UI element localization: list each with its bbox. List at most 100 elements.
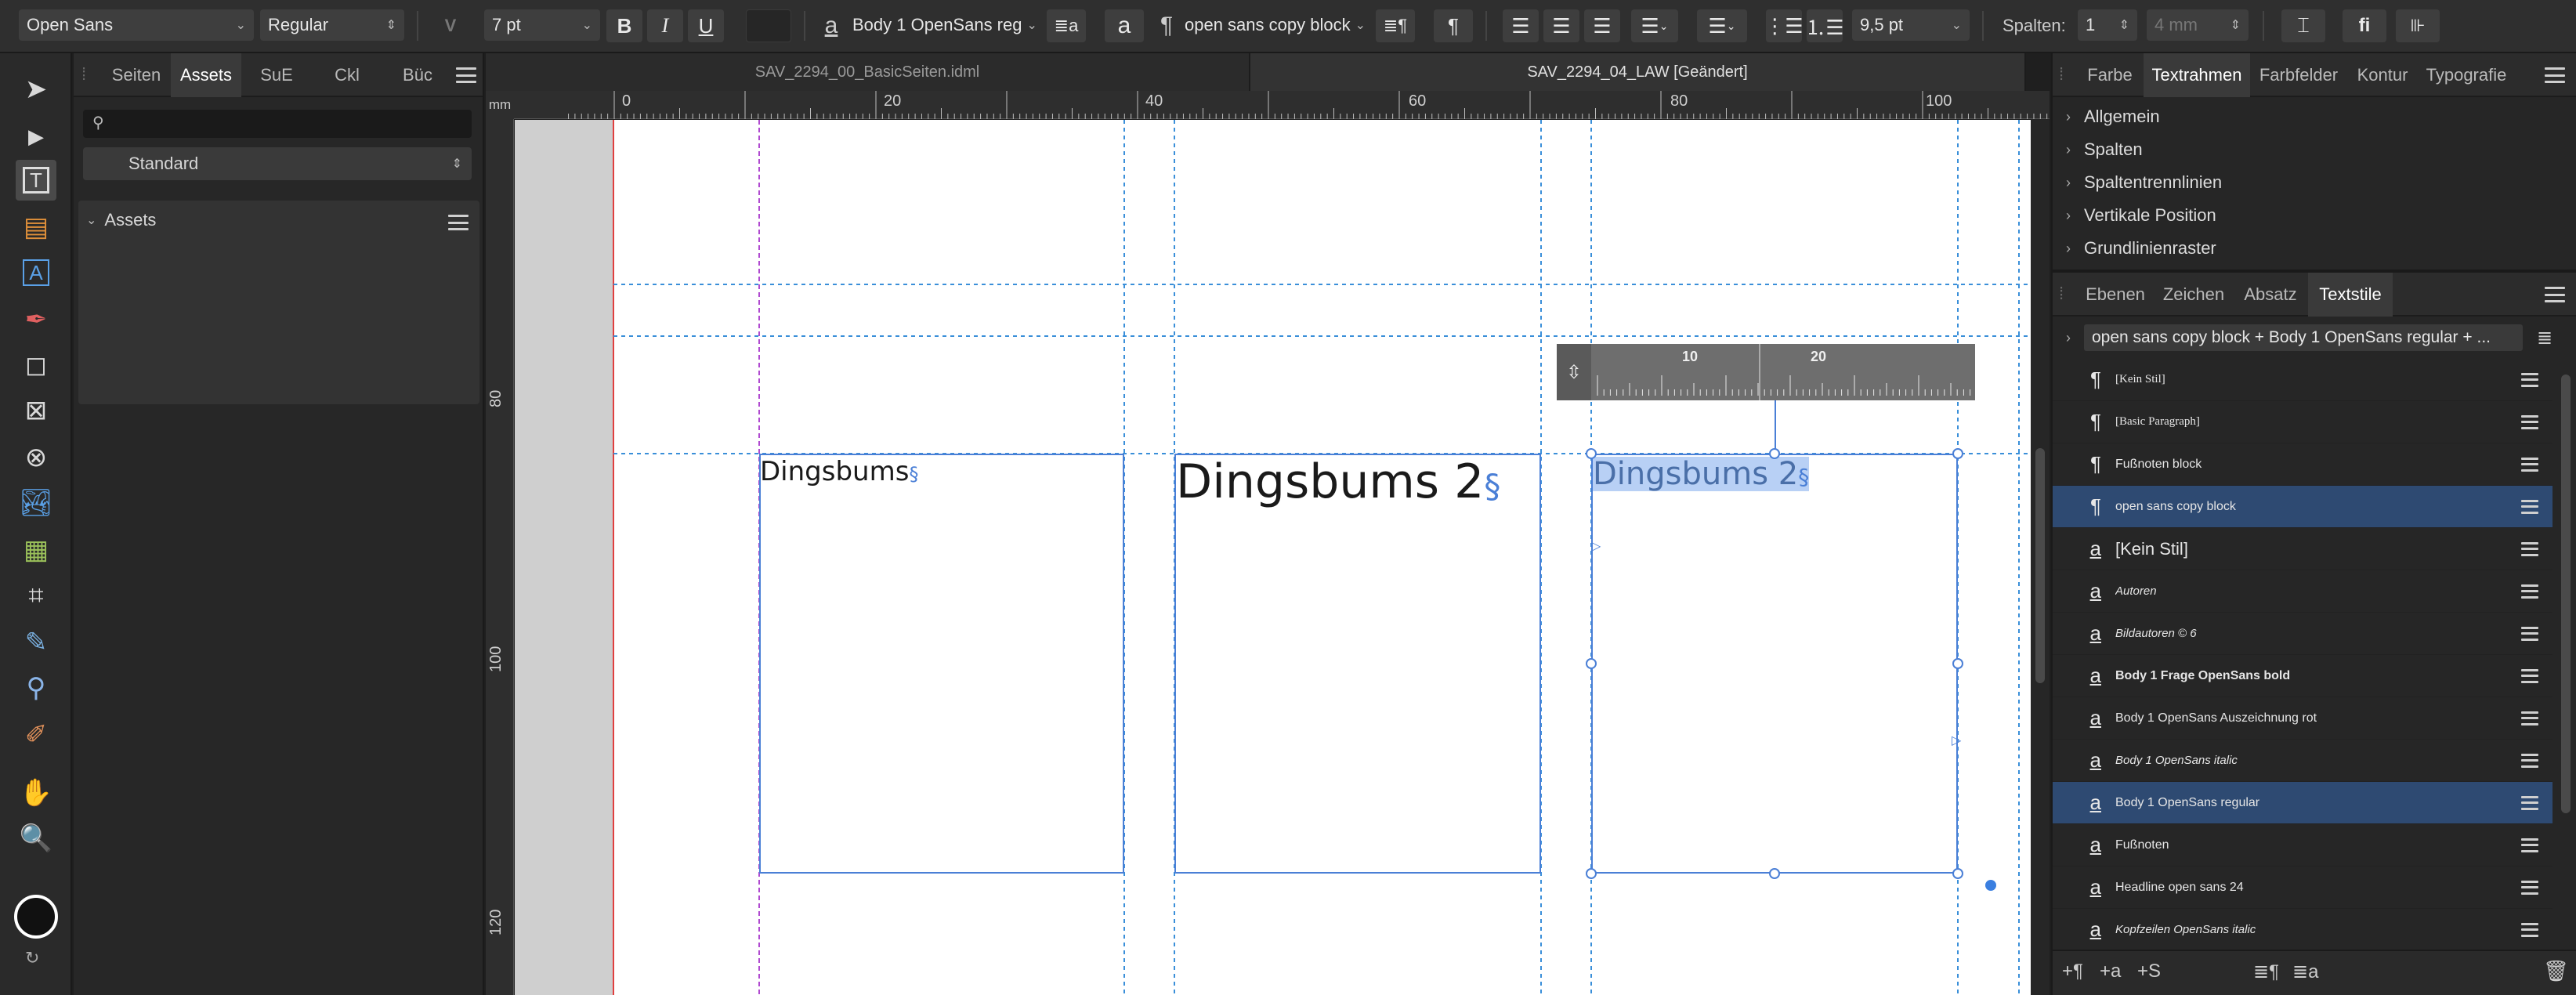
text-style-row[interactable]: a Autoren bbox=[2053, 570, 2552, 613]
document-tab-law[interactable]: SAV_2294_04_LAW [Geändert] bbox=[1250, 53, 2026, 91]
section-spaltentrennlinien[interactable]: › Spaltentrennlinien bbox=[2053, 166, 2576, 199]
style-row-menu-icon[interactable] bbox=[2521, 880, 2552, 895]
page-canvas[interactable]: Dingsbums§ Dingsbums 2§ Dingsbums 2§ ▷ ▷… bbox=[515, 120, 2050, 995]
apply-paragraph-style-icon[interactable]: ≣¶ bbox=[2253, 961, 2279, 983]
style-row-menu-icon[interactable] bbox=[2521, 626, 2552, 641]
text-frame-icon[interactable]: ⌶ bbox=[2281, 9, 2325, 42]
vertical-ruler[interactable]: 80 100 120 bbox=[486, 119, 514, 995]
node-tool-icon[interactable]: ▶ bbox=[16, 116, 56, 157]
panel-menu-icon[interactable] bbox=[2545, 67, 2565, 83]
tab-buc[interactable]: Büc bbox=[382, 53, 453, 97]
assets-group-header[interactable]: ⌄ Assets bbox=[86, 210, 156, 230]
style-row-menu-icon[interactable] bbox=[2521, 499, 2552, 514]
tab-textrahmen[interactable]: Textrahmen bbox=[2144, 53, 2250, 97]
apply-character-style-icon[interactable]: ≣a bbox=[2292, 961, 2318, 983]
gutter-field[interactable]: 4 mm ⇕ bbox=[2147, 9, 2249, 41]
tab-ruler-handle-icon[interactable]: ⇳ bbox=[1557, 344, 1591, 400]
section-vertikale-position[interactable]: › Vertikale Position bbox=[2053, 199, 2576, 232]
frame-1-text[interactable]: Dingsbums§ bbox=[760, 458, 918, 485]
picture-frame-tool-icon[interactable]: ⊠ bbox=[16, 390, 56, 431]
resize-handle[interactable] bbox=[1586, 658, 1597, 669]
frame-2-text[interactable]: Dingsbums 2§ bbox=[1176, 458, 1500, 505]
tab-seiten[interactable]: Seiten bbox=[102, 53, 171, 97]
align-left-icon[interactable]: ☰ bbox=[1503, 9, 1539, 42]
vertical-scrollbar[interactable] bbox=[2031, 119, 2050, 995]
artistic-text-tool-icon[interactable]: A bbox=[16, 252, 56, 293]
text-style-row[interactable]: a Body 1 OpenSans regular bbox=[2053, 782, 2552, 824]
color-picker-tool-icon[interactable]: ✐ bbox=[16, 715, 56, 755]
text-style-row[interactable]: a Kopfzeilen OpenSans italic bbox=[2053, 909, 2552, 951]
text-style-row[interactable]: a Body 1 OpenSans Auszeichnung rot bbox=[2053, 697, 2552, 740]
scrollbar-thumb[interactable] bbox=[2561, 374, 2571, 813]
document-tab-basicseiten[interactable]: SAV_2294_00_BasicSeiten.idml bbox=[486, 53, 1250, 91]
bullet-list-icon[interactable]: ⋮☰ bbox=[1764, 9, 1804, 42]
character-style-select[interactable]: Body 1 OpenSans reg ⌄ bbox=[849, 9, 1037, 41]
frame-3-text-selected[interactable]: Dingsbums 2§ bbox=[1593, 457, 1810, 491]
transparency-tool-icon[interactable]: ⚲ bbox=[16, 668, 56, 708]
group-menu-icon[interactable] bbox=[448, 215, 469, 230]
underline-button[interactable]: U bbox=[688, 9, 724, 42]
style-row-menu-icon[interactable] bbox=[2521, 838, 2552, 852]
leading-field[interactable]: 9,5 pt ⌄ bbox=[1852, 9, 1970, 41]
tab-sue[interactable]: SuE bbox=[241, 53, 312, 97]
rectangle-tool-icon[interactable]: ◻ bbox=[16, 345, 56, 385]
text-style-row[interactable]: a Body 1 OpenSans italic bbox=[2053, 740, 2552, 782]
tab-farbe[interactable]: Farbe bbox=[2076, 53, 2144, 97]
hand-tool-icon[interactable]: ✋ bbox=[16, 772, 56, 813]
style-row-menu-icon[interactable] bbox=[2521, 457, 2552, 472]
resize-handle[interactable] bbox=[1952, 448, 1963, 459]
fill-tool-icon[interactable]: ✎ bbox=[16, 622, 56, 663]
styles-scrollbar[interactable] bbox=[2557, 359, 2574, 993]
tab-zeichen[interactable]: Zeichen bbox=[2155, 273, 2233, 317]
style-summary-row[interactable]: › open sans copy block + Body 1 OpenSans… bbox=[2053, 318, 2576, 357]
resize-handle[interactable] bbox=[1769, 448, 1780, 459]
baseline-grid-icon[interactable]: ⊪ bbox=[2396, 9, 2440, 42]
ellipse-frame-tool-icon[interactable]: ⊗ bbox=[16, 437, 56, 478]
paragraph-style-select[interactable]: open sans copy block ⌄ bbox=[1181, 9, 1366, 41]
tab-ebenen[interactable]: Ebenen bbox=[2076, 273, 2155, 317]
color-well[interactable] bbox=[14, 895, 58, 939]
style-row-menu-icon[interactable] bbox=[2521, 922, 2552, 937]
text-flow-out-icon[interactable]: ▷ bbox=[1952, 733, 1961, 748]
vertical-align-icon[interactable]: ☰ ⌄ bbox=[1697, 9, 1747, 42]
resize-handle[interactable] bbox=[1769, 868, 1780, 879]
pen-tool-icon[interactable]: ✒ bbox=[16, 299, 56, 340]
tab-absatz[interactable]: Absatz bbox=[2233, 273, 2308, 317]
panel-grip-icon[interactable]: ⁞ bbox=[2059, 284, 2064, 304]
style-row-menu-icon[interactable] bbox=[2521, 753, 2552, 768]
style-row-menu-icon[interactable] bbox=[2521, 711, 2552, 725]
style-row-menu-icon[interactable] bbox=[2521, 372, 2552, 387]
text-style-row[interactable]: ¶ [Basic Paragraph] bbox=[2053, 401, 2552, 443]
tab-typografie[interactable]: Typografie bbox=[2418, 53, 2515, 97]
table-tool-icon[interactable]: ▤ bbox=[16, 207, 56, 248]
clear-paragraph-style-icon[interactable]: ¶ bbox=[1434, 9, 1473, 42]
text-style-row[interactable]: a Fußnoten bbox=[2053, 824, 2552, 867]
tab-textstile[interactable]: Textstile bbox=[2308, 273, 2393, 317]
search-input[interactable]: ⚲ bbox=[83, 110, 472, 138]
align-center-icon[interactable]: ☰ bbox=[1543, 9, 1579, 42]
clear-character-style-icon[interactable]: a bbox=[1105, 9, 1144, 42]
font-style-select[interactable]: Regular ⇕ bbox=[260, 9, 404, 41]
style-row-menu-icon[interactable] bbox=[2521, 541, 2552, 556]
section-grundlinienraster[interactable]: › Grundlinienraster bbox=[2053, 232, 2576, 265]
font-size-field[interactable]: 7 pt ⌄ bbox=[484, 9, 600, 41]
text-style-row[interactable]: a [Kein Stil] bbox=[2053, 528, 2552, 570]
tab-farbfelder[interactable]: Farbfelder bbox=[2250, 53, 2347, 97]
tab-kontur[interactable]: Kontur bbox=[2347, 53, 2418, 97]
text-style-row[interactable]: ¶ open sans copy block bbox=[2053, 486, 2552, 528]
add-character-style-icon[interactable]: +a bbox=[2100, 961, 2121, 982]
place-image-tool-icon[interactable]: 🏞 bbox=[16, 483, 56, 523]
ligature-button[interactable]: fi bbox=[2343, 9, 2386, 42]
text-style-row[interactable]: ¶ Fußnoten block bbox=[2053, 443, 2552, 486]
columns-field[interactable]: 1 ⇕ bbox=[2078, 9, 2137, 41]
style-row-menu-icon[interactable] bbox=[2521, 414, 2552, 429]
paragraph-style-options-icon[interactable]: ≣¶ bbox=[1376, 9, 1415, 42]
place-document-tool-icon[interactable]: ▦ bbox=[16, 530, 56, 570]
text-style-row[interactable]: ¶ [Kein Stil] bbox=[2053, 359, 2552, 401]
style-row-menu-icon[interactable] bbox=[2521, 795, 2552, 810]
crop-tool-icon[interactable]: ⌗ bbox=[16, 575, 56, 616]
align-right-icon[interactable]: ☰ bbox=[1584, 9, 1620, 42]
numbered-list-icon[interactable]: ⒈☰ bbox=[1805, 9, 1844, 42]
baseline-handle[interactable] bbox=[1985, 880, 1996, 891]
text-style-row[interactable]: a Headline open sans 24 bbox=[2053, 867, 2552, 909]
